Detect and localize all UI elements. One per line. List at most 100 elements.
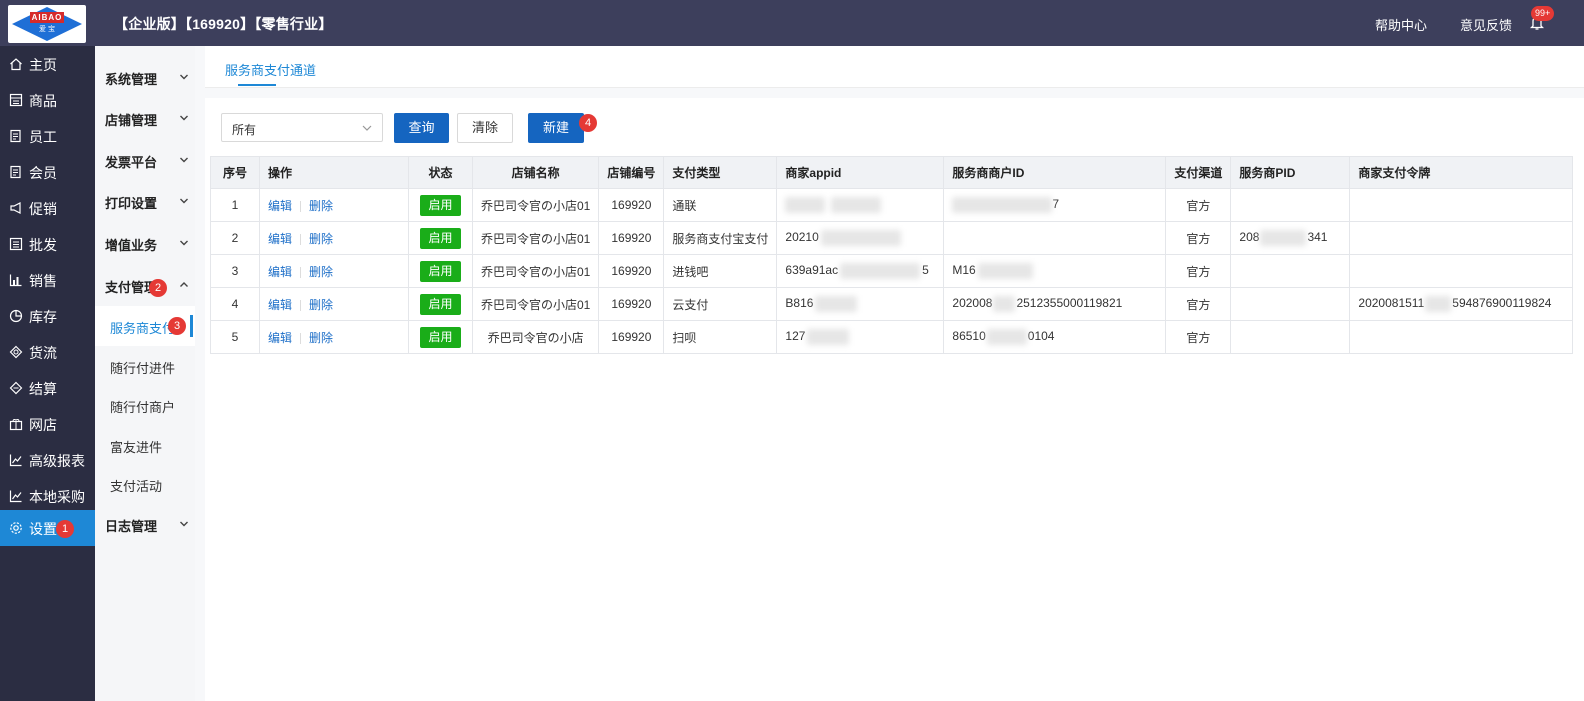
- cell-shop-code: 169920: [598, 254, 665, 288]
- merchant-id-suffix: 2512355000119821: [1016, 296, 1123, 311]
- delete-link[interactable]: 删除: [309, 199, 333, 213]
- subnav-item-suixingfu-onboard[interactable]: 随行付进件: [95, 346, 195, 386]
- chevron-down-icon: [180, 240, 188, 246]
- status-toggle[interactable]: 启用: [420, 260, 461, 282]
- cell-channel: 官方: [1165, 320, 1232, 354]
- nav-item-settings[interactable]: 设置 1: [0, 510, 95, 546]
- cell-shop-code: 169920: [598, 287, 665, 321]
- cell-no: 3: [210, 254, 260, 288]
- cell-token: [1349, 254, 1574, 288]
- chevron-down-icon: [180, 198, 188, 204]
- primary-nav: 主页 商品 员工 会员 促销 批发 销售 库存 货流 结算 网店 高级报表 本地…: [0, 46, 95, 701]
- gear-icon: [10, 522, 22, 534]
- cell-pid: [1230, 254, 1351, 288]
- nav-item-settlement[interactable]: 结算: [0, 370, 95, 406]
- secondary-nav: 系统管理 店铺管理 发票平台 打印设置 增值业务 支付管理 2 服务商支付 3 …: [95, 46, 195, 701]
- subnav-item-provider-payment[interactable]: 服务商支付 3: [95, 306, 195, 346]
- subnav-group-store[interactable]: 店铺管理: [95, 99, 195, 139]
- col-header-no: 序号: [210, 156, 260, 189]
- cell-merchant-id: M16: [943, 254, 1167, 288]
- nav-item-wholesale[interactable]: 批发: [0, 226, 95, 262]
- chevron-down-icon: [180, 115, 188, 121]
- subnav-item-label: 随行付商户: [110, 400, 176, 415]
- cell-shop-code: 169920: [598, 320, 665, 354]
- subnav-group-print[interactable]: 打印设置: [95, 182, 195, 222]
- tab-provider-payment-channel[interactable]: 服务商支付通道: [225, 60, 316, 79]
- nav-item-product[interactable]: 商品: [0, 82, 95, 118]
- cell-channel: 官方: [1165, 287, 1232, 321]
- delete-link[interactable]: 删除: [309, 232, 333, 246]
- home-icon: [10, 58, 22, 71]
- subnav-item-fuyou-onboard[interactable]: 富友进件: [95, 425, 195, 465]
- cell-pay-type: 通联: [663, 188, 778, 222]
- appid-visible: 127: [785, 329, 806, 344]
- status-toggle[interactable]: 启用: [420, 293, 461, 315]
- nav-item-inventory[interactable]: 库存: [0, 298, 95, 334]
- delete-link[interactable]: 删除: [309, 331, 333, 345]
- merchant-id-prefix: 86510: [952, 329, 986, 344]
- redacted-blur: [993, 296, 1016, 312]
- delete-link[interactable]: 删除: [309, 298, 333, 312]
- nav-item-promo[interactable]: 促销: [0, 190, 95, 226]
- delete-link[interactable]: 删除: [309, 265, 333, 279]
- nav-item-label: 促销: [29, 201, 57, 217]
- edit-link[interactable]: 编辑: [268, 265, 292, 279]
- top-header: AIBAO 爱 宝 【企业版】【169920】【零售行业】 帮助中心 意见反馈 …: [0, 0, 1584, 46]
- cell-status: 启用: [408, 320, 473, 354]
- token-prefix: 2020081511: [1358, 296, 1425, 311]
- status-filter-select[interactable]: 所有: [221, 113, 383, 142]
- cell-merchant-id: 202008 2512355000119821: [943, 287, 1167, 321]
- nav-item-label: 设置: [29, 521, 57, 537]
- nav-item-label: 本地采购: [29, 489, 85, 505]
- col-header-merchant-id: 服务商商户ID: [943, 156, 1167, 189]
- cell-appid: 639a91ac 5: [776, 254, 945, 288]
- subnav-group-system[interactable]: 系统管理: [95, 58, 195, 98]
- subnav-item-label: 富友进件: [110, 440, 163, 455]
- cell-actions: 编辑 删除: [259, 188, 409, 222]
- clear-button[interactable]: 清除: [457, 113, 513, 143]
- edit-link[interactable]: 编辑: [268, 298, 292, 312]
- nav-item-shop[interactable]: 网店: [0, 406, 95, 442]
- cell-token: 2020081511 594876900119824: [1349, 287, 1574, 321]
- feedback-link[interactable]: 意见反馈: [1460, 15, 1512, 34]
- nav-item-staff[interactable]: 员工: [0, 118, 95, 154]
- cell-appid: 127: [776, 320, 945, 354]
- edit-link[interactable]: 编辑: [268, 199, 292, 213]
- subnav-group-label: 增值业务: [105, 238, 158, 253]
- nav-item-label: 商品: [29, 93, 57, 109]
- subnav-item-payment-activity[interactable]: 支付活动: [95, 464, 195, 504]
- cell-status: 启用: [408, 188, 473, 222]
- nav-item-home[interactable]: 主页: [0, 46, 95, 82]
- nav-item-label: 网店: [29, 417, 57, 433]
- query-button[interactable]: 查询: [394, 113, 449, 143]
- nav-item-report[interactable]: 高级报表: [0, 442, 95, 478]
- status-toggle[interactable]: 启用: [420, 194, 461, 216]
- sales-icon: [9, 274, 22, 287]
- col-header-channel: 支付渠道: [1165, 156, 1232, 189]
- subnav-group-payment[interactable]: 支付管理 2: [95, 266, 195, 306]
- new-button[interactable]: 新建: [528, 113, 584, 143]
- promo-icon: [10, 202, 21, 214]
- nav-item-label: 员工: [29, 129, 57, 145]
- nav-item-member[interactable]: 会员: [0, 154, 95, 190]
- aibao-logo[interactable]: AIBAO 爱 宝: [8, 5, 86, 43]
- subnav-group-value-added[interactable]: 增值业务: [95, 224, 195, 264]
- nav-item-label: 库存: [29, 309, 57, 325]
- select-value: 所有: [232, 123, 257, 137]
- nav-item-label: 销售: [29, 273, 57, 289]
- subnav-group-log[interactable]: 日志管理: [95, 505, 195, 545]
- edit-link[interactable]: 编辑: [268, 331, 292, 345]
- redacted-blur: [1425, 296, 1452, 312]
- nav-item-sales[interactable]: 销售: [0, 262, 95, 298]
- step-badge-3: 3: [168, 317, 186, 335]
- subnav-group-invoice[interactable]: 发票平台: [95, 141, 195, 181]
- help-center-link[interactable]: 帮助中心: [1375, 15, 1427, 34]
- redacted-blur: [840, 263, 921, 279]
- col-header-shop-name: 店铺名称: [471, 156, 600, 189]
- status-toggle[interactable]: 启用: [420, 227, 461, 249]
- nav-item-logistics[interactable]: 货流: [0, 334, 95, 370]
- subnav-item-suixingfu-merchant[interactable]: 随行付商户: [95, 385, 195, 425]
- edit-link[interactable]: 编辑: [268, 232, 292, 246]
- status-toggle[interactable]: 启用: [420, 326, 461, 348]
- nav-item-purchase[interactable]: 本地采购: [0, 478, 95, 514]
